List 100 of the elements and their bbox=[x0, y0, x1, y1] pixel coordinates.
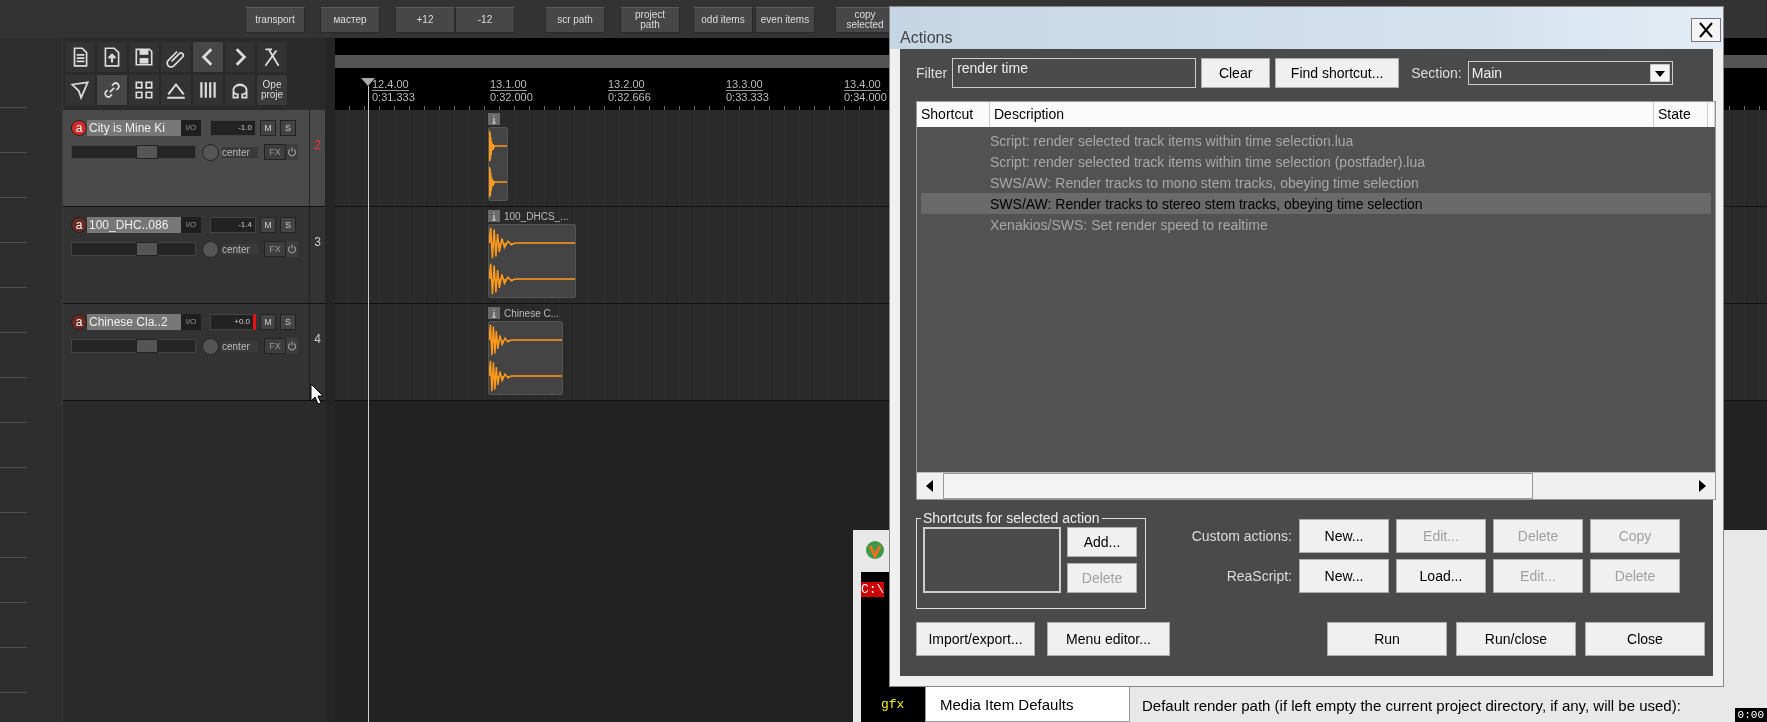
fader-thumb[interactable] bbox=[136, 242, 158, 256]
info-icon[interactable] bbox=[488, 307, 500, 319]
volume-readout: +0.0 bbox=[210, 314, 256, 330]
fx-button[interactable]: FX bbox=[264, 241, 286, 257]
track-name[interactable]: Chinese Cla..2 bbox=[87, 314, 181, 330]
shortcut-list[interactable] bbox=[923, 527, 1061, 593]
io-button[interactable]: I/O bbox=[181, 217, 201, 233]
new-document-icon[interactable] bbox=[65, 42, 95, 72]
bars-icon[interactable] bbox=[193, 75, 223, 105]
dialog-button[interactable]: Run/close bbox=[1456, 622, 1576, 656]
fader-thumb[interactable] bbox=[136, 145, 158, 159]
time-label: 0:31.333 bbox=[372, 91, 415, 103]
pan-readout: center bbox=[222, 340, 258, 352]
media-item[interactable] bbox=[488, 127, 508, 201]
dialog-button[interactable]: Import/export... bbox=[916, 622, 1035, 656]
clear-button[interactable]: Clear bbox=[1201, 58, 1271, 88]
open-project-button[interactable]: Ope proje bbox=[257, 75, 287, 105]
power-icon[interactable] bbox=[286, 241, 298, 257]
mute-button[interactable]: M bbox=[260, 314, 276, 330]
column-header[interactable]: Description bbox=[990, 102, 1654, 127]
time-label: 0:32.000 bbox=[490, 91, 533, 103]
save-icon[interactable] bbox=[129, 42, 159, 72]
media-item[interactable] bbox=[488, 224, 576, 298]
media-item[interactable] bbox=[488, 321, 563, 395]
record-arm-button[interactable]: a bbox=[71, 314, 87, 330]
filter-label: Filter bbox=[916, 65, 948, 81]
item-label: Chinese C... bbox=[504, 307, 560, 319]
track-header[interactable]: a Chinese Cla..2 I/O +0.0 M S center FX 4 bbox=[63, 304, 325, 401]
console-text: gfx bbox=[880, 697, 906, 712]
solo-button[interactable]: S bbox=[280, 120, 296, 136]
track-number: 3 bbox=[314, 235, 321, 249]
track-name[interactable]: 100_DHC..086 bbox=[87, 217, 181, 233]
toolbar-button[interactable]: odd items bbox=[693, 7, 753, 33]
track-number: 4 bbox=[314, 332, 321, 346]
time-label: 0:32.666 bbox=[608, 91, 651, 103]
volume-readout: -1.4 bbox=[210, 217, 256, 233]
pan-readout: center bbox=[222, 146, 258, 158]
dialog-button[interactable]: New... bbox=[1299, 559, 1389, 593]
filter-field[interactable]: render time bbox=[952, 58, 1197, 88]
mouse-pointer-icon bbox=[310, 383, 324, 405]
power-icon[interactable] bbox=[286, 144, 298, 160]
toolbar-button[interactable]: project path bbox=[620, 7, 680, 33]
window-title: Actions bbox=[900, 29, 953, 47]
open-file-icon[interactable] bbox=[97, 42, 127, 72]
paperclip-icon[interactable] bbox=[161, 42, 191, 72]
track-header[interactable]: a City is Mine Ki I/O -1.0 M S center FX 2 bbox=[63, 110, 325, 207]
dialog-button[interactable]: Close bbox=[1585, 622, 1705, 656]
record-arm-button[interactable]: a bbox=[71, 120, 87, 136]
solo-button[interactable]: S bbox=[280, 217, 296, 233]
horizontal-scrollbar[interactable] bbox=[917, 472, 1715, 499]
toolbar-button[interactable]: +12 bbox=[395, 7, 455, 33]
time-display: 0:00 bbox=[1734, 708, 1767, 722]
bar-label: 13.4.00 bbox=[844, 78, 881, 91]
bar-label: 13.3.00 bbox=[726, 78, 763, 91]
magnet-icon[interactable] bbox=[225, 75, 255, 105]
io-button[interactable]: I/O bbox=[181, 120, 201, 136]
dialog-button[interactable]: Run bbox=[1327, 622, 1447, 656]
pan-readout: center bbox=[222, 243, 258, 255]
io-button[interactable]: I/O bbox=[181, 314, 201, 330]
dialog-button[interactable]: Menu editor... bbox=[1047, 622, 1170, 656]
dialog-button[interactable]: Load... bbox=[1396, 559, 1486, 593]
ramp-icon[interactable] bbox=[161, 75, 191, 105]
render-path-label: Default render path (if left empty the current project directory, if any, will be used): bbox=[1142, 697, 1682, 714]
group-title: Shortcuts for selected action bbox=[921, 510, 1102, 526]
power-icon[interactable] bbox=[286, 338, 298, 354]
bar-label: 13.2.00 bbox=[608, 78, 645, 91]
record-arm-button[interactable]: a bbox=[71, 217, 87, 233]
list-item[interactable]: Media Item Defaults bbox=[940, 696, 1129, 713]
toolbar-button[interactable]: мастер bbox=[320, 7, 380, 33]
dialog-button[interactable]: New... bbox=[1299, 519, 1389, 553]
action-row[interactable]: SWS/AW: Render tracks to stereo stem tracks, obeying time selection bbox=[921, 193, 1711, 214]
section-dropdown[interactable]: Main bbox=[1467, 61, 1673, 85]
time-label: 0:33.333 bbox=[726, 91, 769, 103]
grid-icon[interactable] bbox=[129, 75, 159, 105]
fader-thumb[interactable] bbox=[136, 339, 158, 353]
item-label: 100_DHCS_... bbox=[504, 210, 569, 222]
solo-button[interactable]: S bbox=[280, 314, 296, 330]
fx-button[interactable]: FX bbox=[264, 338, 286, 354]
dropdown-arrow-icon[interactable] bbox=[1649, 64, 1670, 82]
mute-button[interactable]: M bbox=[260, 217, 276, 233]
close-icon[interactable] bbox=[1691, 18, 1721, 42]
toolbar-button[interactable]: scr path bbox=[545, 7, 605, 33]
info-icon[interactable] bbox=[488, 113, 500, 125]
triangle-pointer-icon[interactable] bbox=[65, 75, 95, 105]
track-header[interactable]: a 100_DHC..086 I/O -1.4 M S center FX 3 bbox=[63, 207, 325, 304]
app-logo-icon bbox=[865, 540, 885, 560]
info-icon[interactable] bbox=[488, 210, 500, 222]
column-header[interactable]: Shortcut bbox=[917, 102, 990, 127]
mute-button[interactable]: M bbox=[260, 120, 276, 136]
dialog-button[interactable]: Add... bbox=[1067, 527, 1137, 557]
fx-button[interactable]: FX bbox=[264, 144, 286, 160]
bar-label: 13.1.00 bbox=[490, 78, 527, 91]
link-icon[interactable] bbox=[97, 75, 127, 105]
toolbar-button[interactable]: transport bbox=[245, 7, 305, 33]
column-header[interactable]: State bbox=[1654, 102, 1708, 127]
row-label: Custom actions: bbox=[1190, 528, 1292, 544]
track-name[interactable]: City is Mine Ki bbox=[87, 120, 181, 136]
toolbar-button[interactable]: -12 bbox=[455, 7, 515, 33]
find-shortcut-button[interactable]: Find shortcut... bbox=[1275, 58, 1400, 88]
toolbar-button[interactable]: even items bbox=[755, 7, 815, 33]
